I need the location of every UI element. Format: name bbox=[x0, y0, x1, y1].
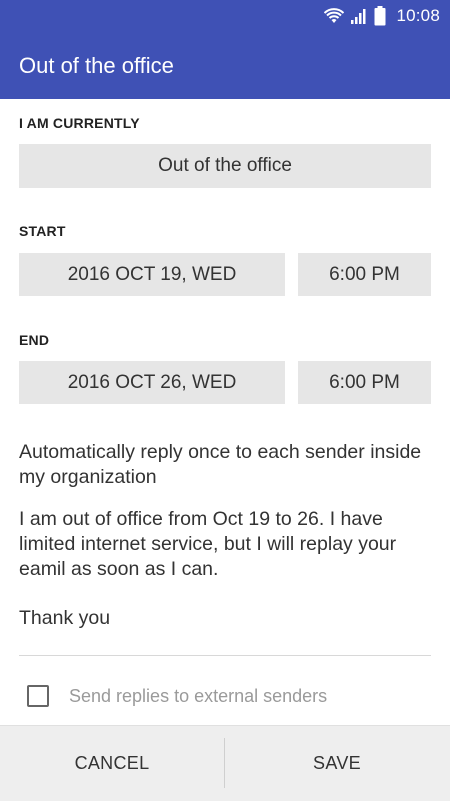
divider bbox=[19, 655, 431, 656]
auto-reply-description: Automatically reply once to each sender … bbox=[19, 441, 422, 488]
wifi-icon bbox=[324, 7, 345, 25]
status-label: I AM CURRENTLY bbox=[19, 115, 140, 131]
end-label: END bbox=[19, 332, 50, 348]
cancel-button[interactable]: CANCEL bbox=[0, 726, 224, 801]
start-time-picker[interactable]: 6:00 PM bbox=[298, 253, 431, 296]
end-time-picker[interactable]: 6:00 PM bbox=[298, 361, 431, 404]
status-dropdown[interactable]: Out of the office bbox=[19, 144, 431, 188]
app-bar: Out of the office bbox=[0, 32, 450, 99]
signal-icon bbox=[350, 7, 368, 25]
start-label: START bbox=[19, 223, 66, 239]
external-senders-row[interactable]: Send replies to external senders bbox=[27, 683, 327, 709]
save-button[interactable]: SAVE bbox=[225, 726, 449, 801]
status-icons: 10:08 bbox=[324, 4, 440, 28]
external-senders-label: Send replies to external senders bbox=[69, 685, 328, 706]
auto-reply-message-body[interactable]: I am out of office from Oct 19 to 26. I … bbox=[19, 507, 429, 582]
external-senders-checkbox[interactable] bbox=[27, 685, 49, 707]
page-title: Out of the office bbox=[19, 53, 174, 78]
start-date-picker[interactable]: 2016 OCT 19, WED bbox=[19, 253, 285, 296]
auto-reply-closing[interactable]: Thank you bbox=[19, 606, 429, 631]
end-date-picker[interactable]: 2016 OCT 26, WED bbox=[19, 361, 285, 404]
battery-icon bbox=[374, 6, 386, 26]
status-time: 10:08 bbox=[396, 6, 440, 25]
bottom-action-bar: CANCEL SAVE bbox=[0, 725, 450, 801]
status-bar: 10:08 bbox=[0, 0, 450, 32]
